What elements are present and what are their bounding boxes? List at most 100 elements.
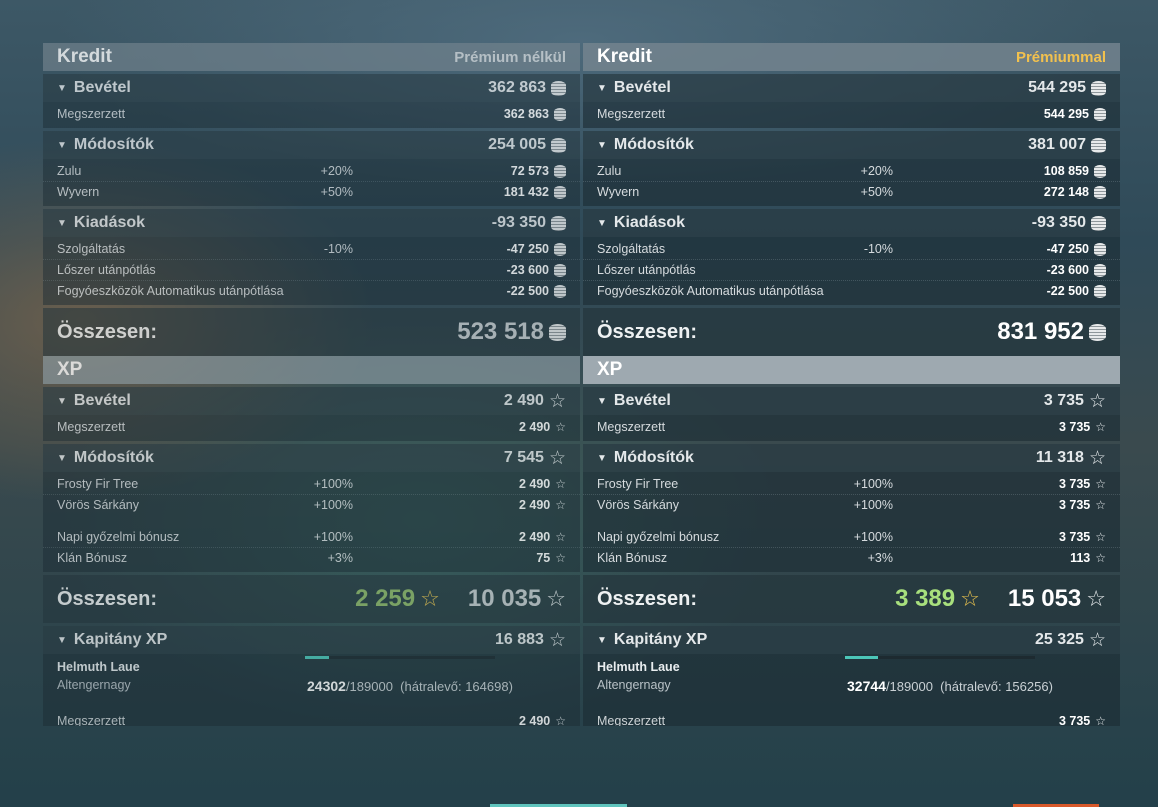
row-label: Megszerzett <box>597 714 666 726</box>
ship-xp-total: 2 259 <box>355 585 416 612</box>
row-label: Lőszer utánpótlás <box>57 263 156 277</box>
ship-xp-star-icon: ☆ <box>420 586 440 611</box>
group-title: Kiadások <box>73 214 146 231</box>
xp-income-header[interactable]: ▼ Bevétel 3 735 ☆ <box>583 387 1120 415</box>
xp-row: Frosty Fir Tree +100% 3 735 ☆ <box>583 474 1120 494</box>
row-value: 272 148 <box>1043 185 1089 199</box>
xp-row: Klán Bónusz +3% 113 ☆ <box>583 547 1120 568</box>
xp-income-header[interactable]: ▼ Bevétel 2 490 ☆ <box>43 387 580 415</box>
row-value: 3 735 <box>1058 530 1091 544</box>
total-xp-value: 15 053 <box>1007 585 1082 612</box>
row-value: 362 863 <box>503 107 549 121</box>
captain-progress-text: 32744/189000 (hátralevő: 156256) <box>847 678 1053 694</box>
captain-earned-row: Megszerzett 3 735 ☆ <box>583 714 1120 726</box>
row-value: 75 <box>536 551 551 565</box>
row-label: Klán Bónusz <box>597 551 668 565</box>
group-title: Módosítók <box>73 136 154 153</box>
group-total: 25 325 <box>1035 631 1084 648</box>
credit-row: Szolgáltatás -10% -47 250 <box>43 239 580 259</box>
credit-coin-icon <box>554 107 566 121</box>
total-label: Összesen: <box>57 587 158 610</box>
caret-down-icon: ▼ <box>57 217 67 229</box>
credit-coin-icon <box>1094 164 1106 178</box>
row-value: 108 859 <box>1043 164 1089 178</box>
credit-income-list: Megszerzett 362 863 <box>43 102 580 128</box>
group-title: Bevétel <box>73 79 131 96</box>
xp-row: Frosty Fir Tree +100% 2 490 ☆ <box>43 474 580 494</box>
total-label: Összesen: <box>57 320 158 343</box>
row-percent: +100% <box>853 477 893 491</box>
row-percent: +50% <box>860 185 893 199</box>
credit-expenses-list: Szolgáltatás -10% -47 250 Lőszer utánpót… <box>583 237 1120 305</box>
xp-star-icon: ☆ <box>555 530 566 544</box>
row-label: Fogyóeszközök Automatikus utánpótlása <box>597 284 824 298</box>
row-value: -47 250 <box>506 242 549 256</box>
credit-expenses-header[interactable]: ▼ Kiadások -93 350 <box>43 209 580 237</box>
row-percent: +100% <box>853 530 893 544</box>
row-label: Zulu <box>597 164 622 178</box>
section-title: Kredit <box>57 46 112 67</box>
credit-expenses-header[interactable]: ▼ Kiadások -93 350 <box>583 209 1120 237</box>
xp-modifiers-header[interactable]: ▼ Módosítók 11 318 ☆ <box>583 444 1120 472</box>
xp-star-icon: ☆ <box>1095 477 1106 491</box>
xp-section-header: XP <box>583 356 1120 384</box>
row-value: 72 573 <box>510 164 549 178</box>
captain-xp-header[interactable]: ▼ Kapitány XP 16 883 ☆ <box>43 626 580 654</box>
credit-total: Összesen: 831 952 <box>583 308 1120 356</box>
xp-star-icon: ☆ <box>1088 390 1106 412</box>
credit-coin-icon <box>1094 263 1106 277</box>
credit-coin-icon <box>1091 80 1106 96</box>
xp-income-list: Megszerzett 2 490 ☆ <box>43 415 580 441</box>
row-percent: +100% <box>313 530 353 544</box>
caret-down-icon: ▼ <box>597 634 607 646</box>
xp-row: Napi győzelmi bónusz +100% 3 735 ☆ <box>583 527 1120 547</box>
row-percent: +20% <box>320 164 353 178</box>
group-total: 2 490 <box>503 392 544 409</box>
row-label: Napi győzelmi bónusz <box>57 530 180 544</box>
premium-panel: Kredit Prémiummal ▼ Bevétel 544 295 Megs… <box>583 43 1120 726</box>
xp-star-icon: ☆ <box>548 390 566 412</box>
row-label: Klán Bónusz <box>57 551 128 565</box>
row-label: Frosty Fir Tree <box>597 477 679 491</box>
row-value: 2 490 <box>518 420 551 434</box>
captain-xp-header[interactable]: ▼ Kapitány XP 25 325 ☆ <box>583 626 1120 654</box>
captain-remaining: (hátralevő: 156256) <box>940 679 1053 694</box>
caret-down-icon: ▼ <box>597 395 607 407</box>
group-total: 11 318 <box>1035 449 1084 466</box>
credit-total: Összesen: 523 518 <box>43 308 580 356</box>
row-label: Szolgáltatás <box>597 242 666 256</box>
xp-star-icon: ☆ <box>555 420 566 434</box>
row-value: 3 735 <box>1058 420 1091 434</box>
row-value: -22 500 <box>1046 284 1089 298</box>
credit-modifiers-header[interactable]: ▼ Módosítók 254 005 <box>43 131 580 159</box>
xp-star-icon: ☆ <box>555 498 566 512</box>
credit-row: Lőszer utánpótlás -23 600 <box>583 259 1120 280</box>
credit-coin-icon <box>554 185 566 199</box>
row-label: Megszerzett <box>597 107 666 121</box>
credit-modifiers-list: Zulu +20% 108 859 Wyvern +50% 272 148 <box>583 159 1120 206</box>
caret-down-icon: ▼ <box>597 217 607 229</box>
credit-coin-icon <box>1094 242 1106 256</box>
credit-row: Fogyóeszközök Automatikus utánpótlása -2… <box>583 280 1120 301</box>
row-label: Megszerzett <box>57 107 126 121</box>
group-total: 3 735 <box>1043 392 1084 409</box>
section-title: Kredit <box>597 46 652 67</box>
xp-star-icon: ☆ <box>555 551 566 565</box>
credit-row: Zulu +20% 108 859 <box>583 161 1120 181</box>
xp-modifiers-header[interactable]: ▼ Módosítók 7 545 ☆ <box>43 444 580 472</box>
credit-row: Wyvern +50% 181 432 <box>43 181 580 202</box>
total-label: Összesen: <box>597 587 698 610</box>
credit-income-header[interactable]: ▼ Bevétel 362 863 <box>43 74 580 102</box>
group-title: Kapitány XP <box>73 631 168 648</box>
credit-income-header[interactable]: ▼ Bevétel 544 295 <box>583 74 1120 102</box>
section-title: XP <box>57 359 83 380</box>
group-total: -93 350 <box>491 214 546 231</box>
xp-star-icon: ☆ <box>1088 629 1106 651</box>
credit-expenses-list: Szolgáltatás -10% -47 250 Lőszer utánpót… <box>43 237 580 305</box>
captain-progress-value: 24302 <box>307 678 346 694</box>
account-mode-label: Prémium nélkül <box>454 48 566 66</box>
captain-progress-max: /189000 <box>885 679 933 694</box>
credit-modifiers-header[interactable]: ▼ Módosítók 381 007 <box>583 131 1120 159</box>
captain-earned-row: Megszerzett 2 490 ☆ <box>43 714 580 726</box>
captain-progress-fill <box>845 656 878 659</box>
